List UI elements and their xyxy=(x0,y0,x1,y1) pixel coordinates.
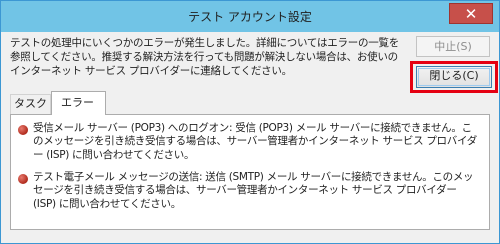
test-account-settings-dialog: テスト アカウント設定 ✕ テストの処理中にいくつかのエラーが発生しました。詳細… xyxy=(0,0,500,244)
window-close-button[interactable]: ✕ xyxy=(449,3,493,24)
status-message: テストの処理中にいくつかのエラーが発生しました。詳細についてはエラーの一覧を参照… xyxy=(10,37,399,77)
tab-errors[interactable]: エラー xyxy=(51,91,106,115)
title-bar[interactable]: テスト アカウント設定 ✕ xyxy=(1,1,499,32)
window-title: テスト アカウント設定 xyxy=(188,10,312,24)
error-list-panel: 受信メール サーバー (POP3) へのログオン: 受信 (POP3) メール … xyxy=(10,114,490,230)
error-text: 受信メール サーバー (POP3) へのログオン: 受信 (POP3) メール … xyxy=(33,122,477,161)
error-icon xyxy=(18,125,28,135)
dialog-body: テストの処理中にいくつかのエラーが発生しました。詳細についてはエラーの一覧を参照… xyxy=(7,32,498,237)
tab-tasks[interactable]: タスク xyxy=(10,94,51,114)
error-icon xyxy=(18,174,28,184)
error-text: テスト電子メール メッセージの送信: 送信 (SMTP) メール サーバーに接続… xyxy=(33,171,474,210)
close-button[interactable]: 閉じる(C) xyxy=(416,66,492,88)
stop-button[interactable]: 中止(S) xyxy=(416,36,490,57)
